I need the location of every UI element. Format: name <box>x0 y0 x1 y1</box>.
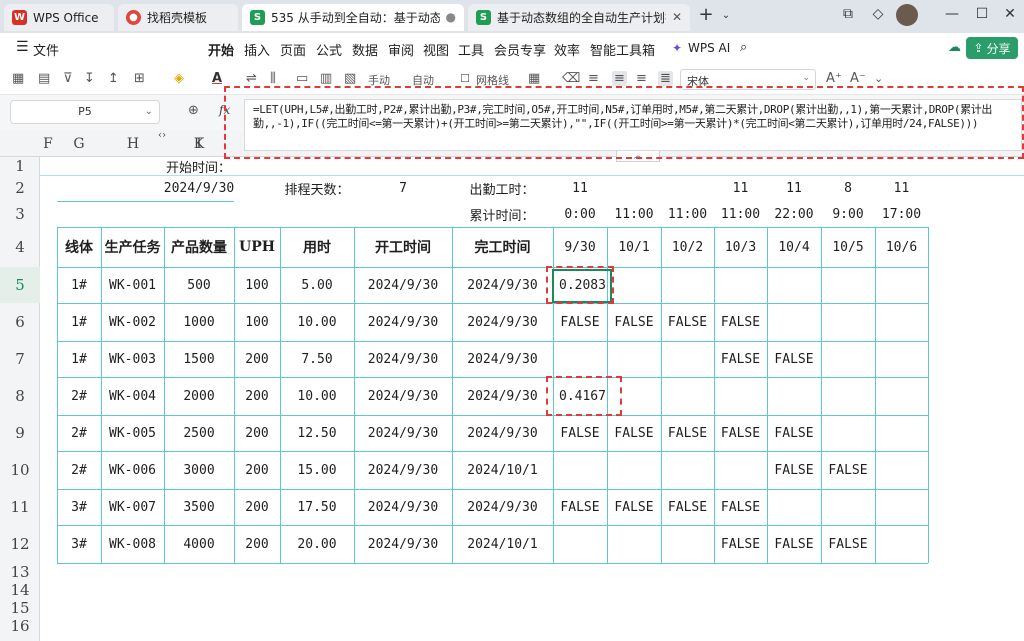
menu-smart-toolbox[interactable]: 智能工具箱 <box>590 40 655 59</box>
increase-font-icon[interactable]: A⁺ <box>826 71 842 86</box>
font-family-select[interactable]: 宋体 ⌄ <box>680 69 816 90</box>
modified-dot-icon[interactable]: ● <box>446 10 456 24</box>
merge-icon[interactable]: ⫼ <box>270 71 276 86</box>
menu-bar: ☰ 文件 开始 插入 页面 公式 数据 审阅 视图 工具 会员专享 效率 智能工… <box>0 33 1024 65</box>
decrease-font-icon[interactable]: A⁻ <box>850 71 866 86</box>
new-tab-plus-icon[interactable]: + <box>696 4 716 25</box>
result-highlight-annotation <box>546 266 614 304</box>
sheet-icon: S <box>250 10 265 25</box>
borders-icon[interactable]: ⊞ <box>134 71 145 86</box>
wps-ai-icon: ✦ <box>672 41 683 55</box>
minimize-icon[interactable]: — <box>942 6 962 22</box>
clear-icon[interactable]: ⌫ <box>562 71 580 86</box>
result-highlight-annotation <box>546 376 622 416</box>
menu-page[interactable]: 页面 <box>280 40 306 59</box>
table-borders <box>40 175 1024 564</box>
hamburger-icon[interactable]: ☰ <box>16 39 29 55</box>
align-center-icon[interactable]: ≡ <box>612 71 627 86</box>
align-middle-icon[interactable]: ≣ <box>658 71 673 86</box>
menu-view[interactable]: 视图 <box>423 40 449 59</box>
format-painter-icon[interactable]: ▦ <box>12 71 24 86</box>
menu-data[interactable]: 数据 <box>352 40 378 59</box>
menu-tools[interactable]: 工具 <box>458 40 484 59</box>
conditional-format-icon[interactable]: ▦ <box>528 71 540 86</box>
table-style-icon[interactable]: ▥ <box>320 71 332 86</box>
sort-descending-icon[interactable]: ↥ <box>108 71 119 86</box>
gridlines-label: 网格线 <box>476 74 509 87</box>
tab-wps-office[interactable]: W WPS Office <box>4 4 114 31</box>
tab-active-workbook[interactable]: S 535 从手动到全自动：基于动态数 ● <box>242 4 464 31</box>
chevron-down-icon[interactable]: ⌄ <box>874 72 883 85</box>
menu-review[interactable]: 审阅 <box>388 40 414 59</box>
chevron-down-icon: ⌄ <box>802 73 810 83</box>
fx-icon[interactable]: fx <box>219 103 230 117</box>
menu-home[interactable]: 开始 <box>208 40 235 65</box>
maximize-icon[interactable]: ☐ <box>972 6 992 22</box>
align-right-icon[interactable]: ≡ <box>636 71 647 86</box>
formula-input[interactable]: =LET(UPH,L5#,出勤工时,P2#,累计出勤,P3#,完工时间,O5#,… <box>244 99 1022 151</box>
avatar[interactable] <box>896 4 918 26</box>
comment-icon[interactable]: ▭ <box>296 71 308 86</box>
tab-docer-templates[interactable]: ● 找稻壳模板 <box>118 4 238 31</box>
menu-insert[interactable]: 插入 <box>244 40 270 59</box>
share-icon: ⇪ <box>973 41 984 55</box>
close-window-icon[interactable]: ✕ <box>1000 6 1020 22</box>
gridlines-checkbox-icon[interactable]: ☐ <box>460 72 470 85</box>
name-box[interactable]: P5 ⌄ <box>10 100 160 124</box>
paste-icon[interactable]: ▤ <box>38 71 50 86</box>
cube-icon[interactable]: ◇ <box>868 6 888 22</box>
filter-icon[interactable]: ⊽ <box>63 71 73 86</box>
tab-workbook-2[interactable]: S 基于动态数组的全自动生产计划排 ✕ <box>468 4 690 31</box>
ribbon-toolbar: ▦ ▤ ⊽ ↧ ↥ ⊞ ◈ A ⇌ ⫼ ▭ ▥ ▧ 手动 自动 ☐ 网格线 ▦ … <box>0 63 1024 95</box>
share-button[interactable]: ⇪ 分享 <box>966 37 1018 59</box>
docer-icon: ● <box>126 10 141 25</box>
font-color-icon[interactable]: A <box>212 71 222 86</box>
sheet-icon: S <box>476 10 491 25</box>
search-icon[interactable]: ⌕ <box>740 40 747 55</box>
cloud-sync-icon[interactable]: ☁ <box>948 40 961 55</box>
sort-ascending-icon[interactable]: ↧ <box>84 71 95 86</box>
wps-logo-icon: W <box>12 10 27 25</box>
menu-wps-ai[interactable]: WPS AI <box>688 41 730 55</box>
fill-color-icon[interactable]: ◈ <box>174 71 184 86</box>
auto-calc-button[interactable]: 自动 <box>412 72 434 88</box>
freeze-icon[interactable]: ▧ <box>344 71 356 86</box>
menu-formula[interactable]: 公式 <box>316 40 342 59</box>
menu-member[interactable]: 会员专享 <box>494 40 546 59</box>
wrap-icon[interactable]: ⇌ <box>246 71 257 86</box>
manual-calc-button[interactable]: 手动 <box>368 72 390 88</box>
align-left-icon[interactable]: ≡ <box>588 71 599 86</box>
restore-window-icon[interactable]: ⧉ <box>838 6 858 22</box>
zoom-icon[interactable]: ⊕ <box>188 103 199 118</box>
close-icon[interactable]: ✕ <box>672 10 682 24</box>
menu-file[interactable]: 文件 <box>33 40 59 59</box>
menu-efficiency[interactable]: 效率 <box>554 40 580 59</box>
chevron-down-icon: ⌄ <box>144 106 153 117</box>
spreadsheet-grid[interactable]: F G H I ‹› K 1 2 3 4 5 6 7 8 9 10 11 12 13 14 15 16 开始时… <box>0 131 1024 641</box>
window-tab-bar: W WPS Office ● 找稻壳模板 S 535 从手动到全自动：基于动态数… <box>0 0 1024 33</box>
chevron-down-icon[interactable]: ⌄ <box>716 10 736 21</box>
